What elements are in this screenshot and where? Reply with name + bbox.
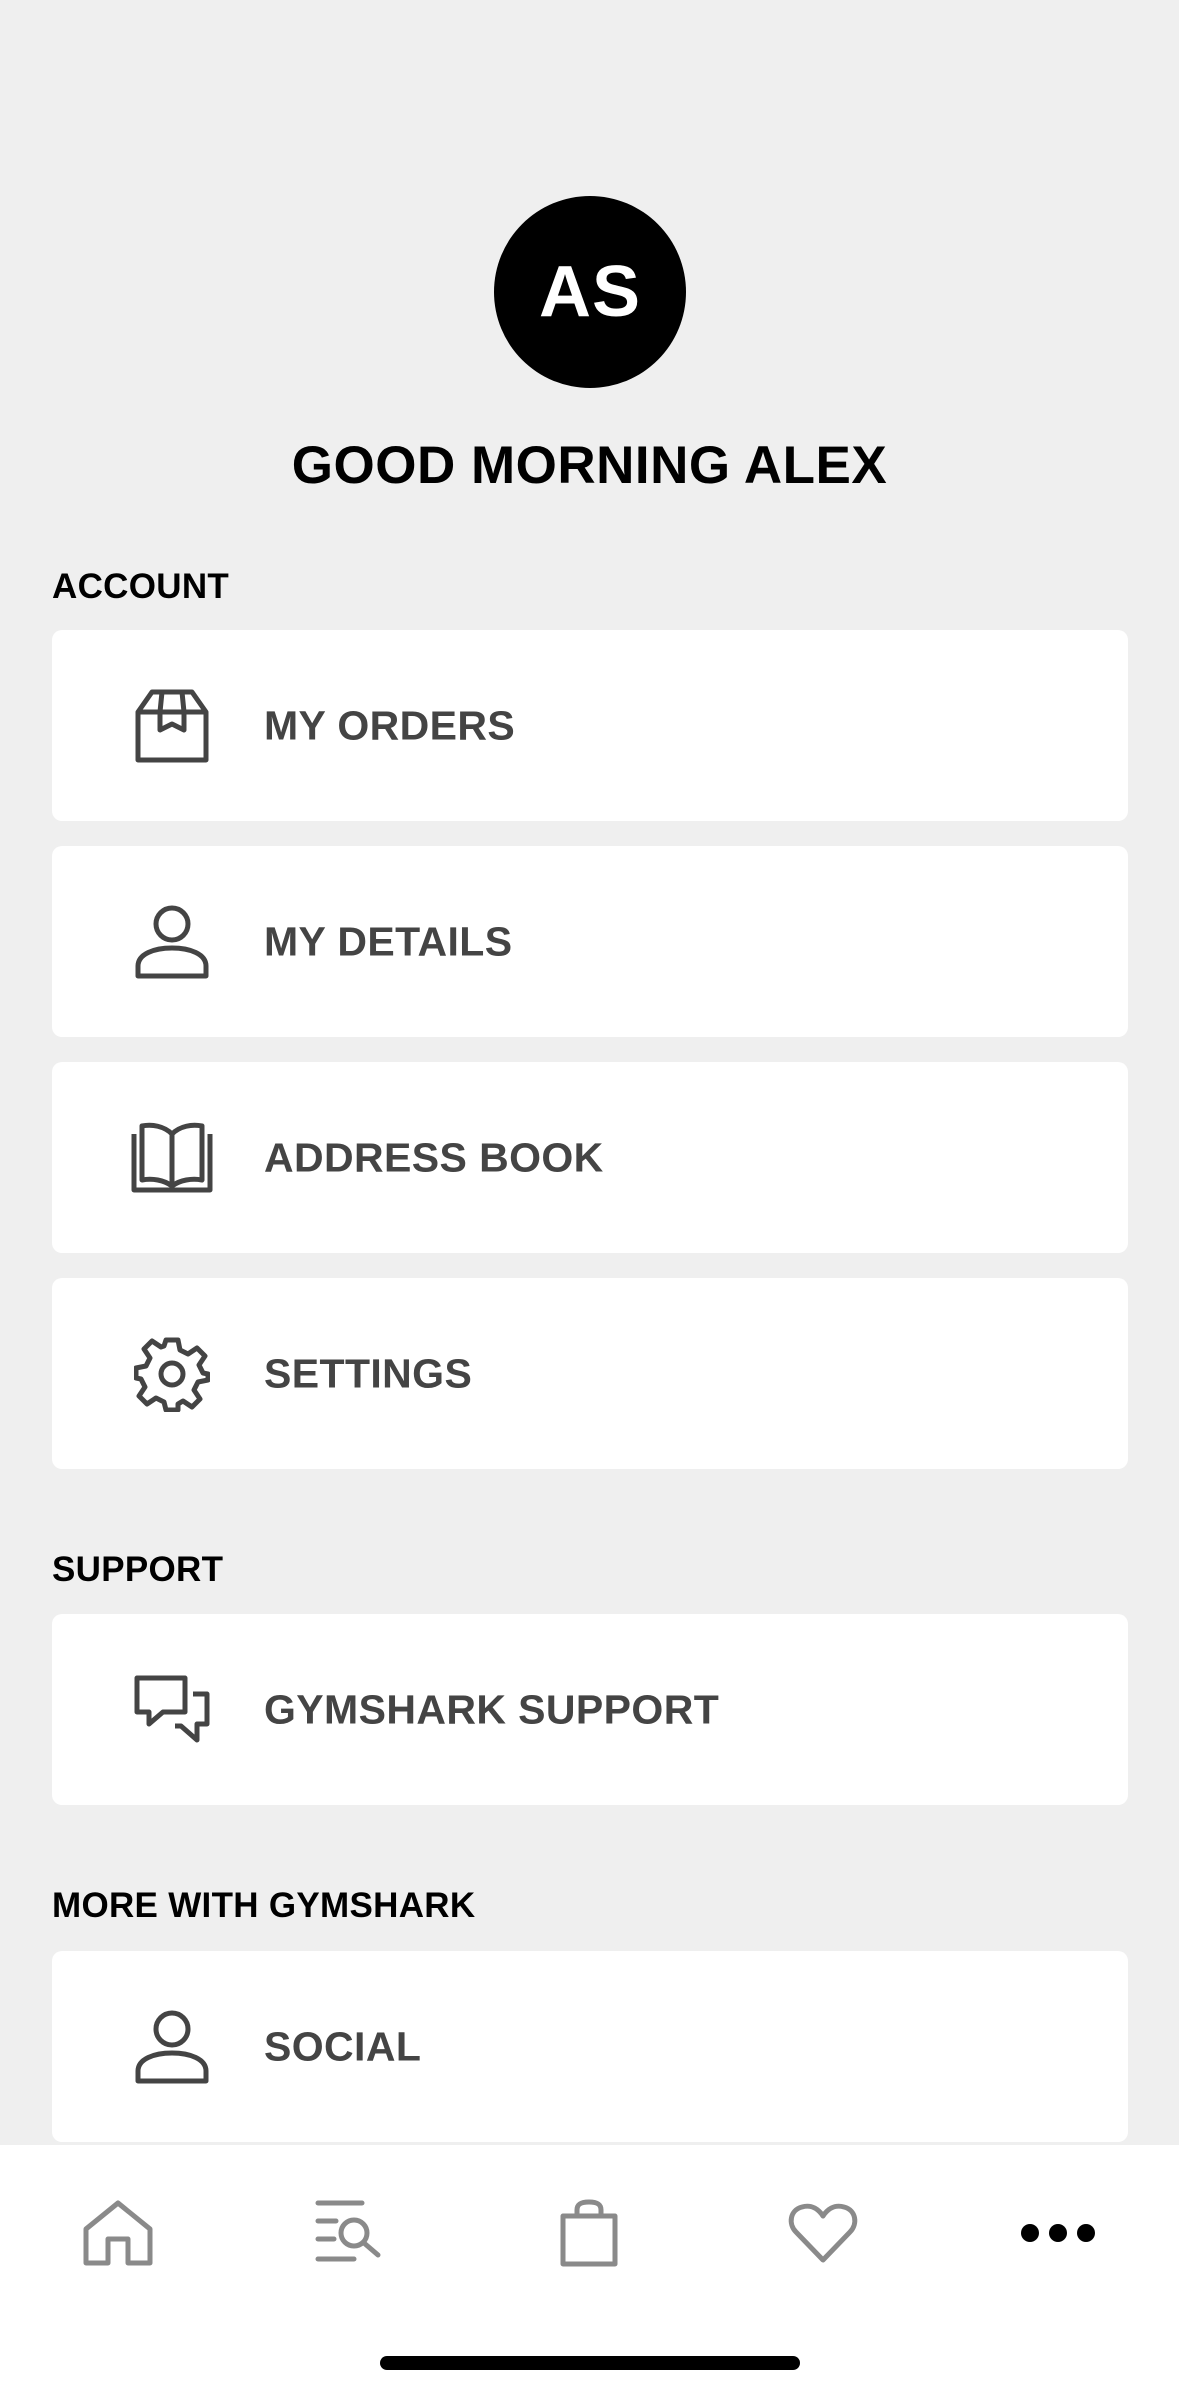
- person-icon: [127, 897, 217, 987]
- gymshark-support-item[interactable]: GYMSHARK SUPPORT: [52, 1614, 1128, 1805]
- heart-icon: [788, 2202, 858, 2269]
- tab-wishlist[interactable]: [763, 2185, 883, 2285]
- book-icon: [127, 1113, 217, 1203]
- avatar: AS: [494, 196, 686, 388]
- my-details-label: MY DETAILS: [264, 918, 513, 964]
- my-orders-item[interactable]: MY ORDERS: [52, 630, 1128, 821]
- gear-icon: [127, 1329, 217, 1419]
- social-item[interactable]: SOCIAL: [52, 1951, 1128, 2142]
- home-indicator: [380, 2356, 800, 2370]
- address-book-item[interactable]: ADDRESS BOOK: [52, 1062, 1128, 1253]
- shopping-bag-icon: [559, 2198, 619, 2273]
- section-title-support: SUPPORT: [52, 1550, 224, 1589]
- chat-bubbles-icon: [127, 1665, 217, 1755]
- gymshark-support-label: GYMSHARK SUPPORT: [264, 1686, 720, 1732]
- my-orders-label: MY ORDERS: [264, 702, 516, 748]
- avatar-initials: AS: [538, 252, 642, 332]
- my-details-item[interactable]: MY DETAILS: [52, 846, 1128, 1037]
- person-icon: [127, 2002, 217, 2092]
- section-title-more: MORE WITH GYMSHARK: [52, 1886, 476, 1925]
- tab-search[interactable]: [290, 2185, 410, 2285]
- tab-more[interactable]: [998, 2185, 1118, 2285]
- search-list-icon: [314, 2197, 386, 2274]
- address-book-label: ADDRESS BOOK: [264, 1134, 604, 1180]
- account-screen: AS GOOD MORNING ALEX ACCOUNT MY ORDERS M…: [0, 0, 1179, 2396]
- home-icon: [82, 2199, 154, 2272]
- section-title-account: ACCOUNT: [52, 567, 230, 606]
- settings-label: SETTINGS: [264, 1350, 473, 1396]
- more-dots-icon: [1020, 2223, 1096, 2248]
- social-label: SOCIAL: [264, 2023, 422, 2069]
- greeting-title: GOOD MORNING ALEX: [291, 436, 888, 495]
- tab-bag[interactable]: [529, 2185, 649, 2285]
- tab-home[interactable]: [58, 2185, 178, 2285]
- package-icon: [127, 681, 217, 771]
- settings-item[interactable]: SETTINGS: [52, 1278, 1128, 1469]
